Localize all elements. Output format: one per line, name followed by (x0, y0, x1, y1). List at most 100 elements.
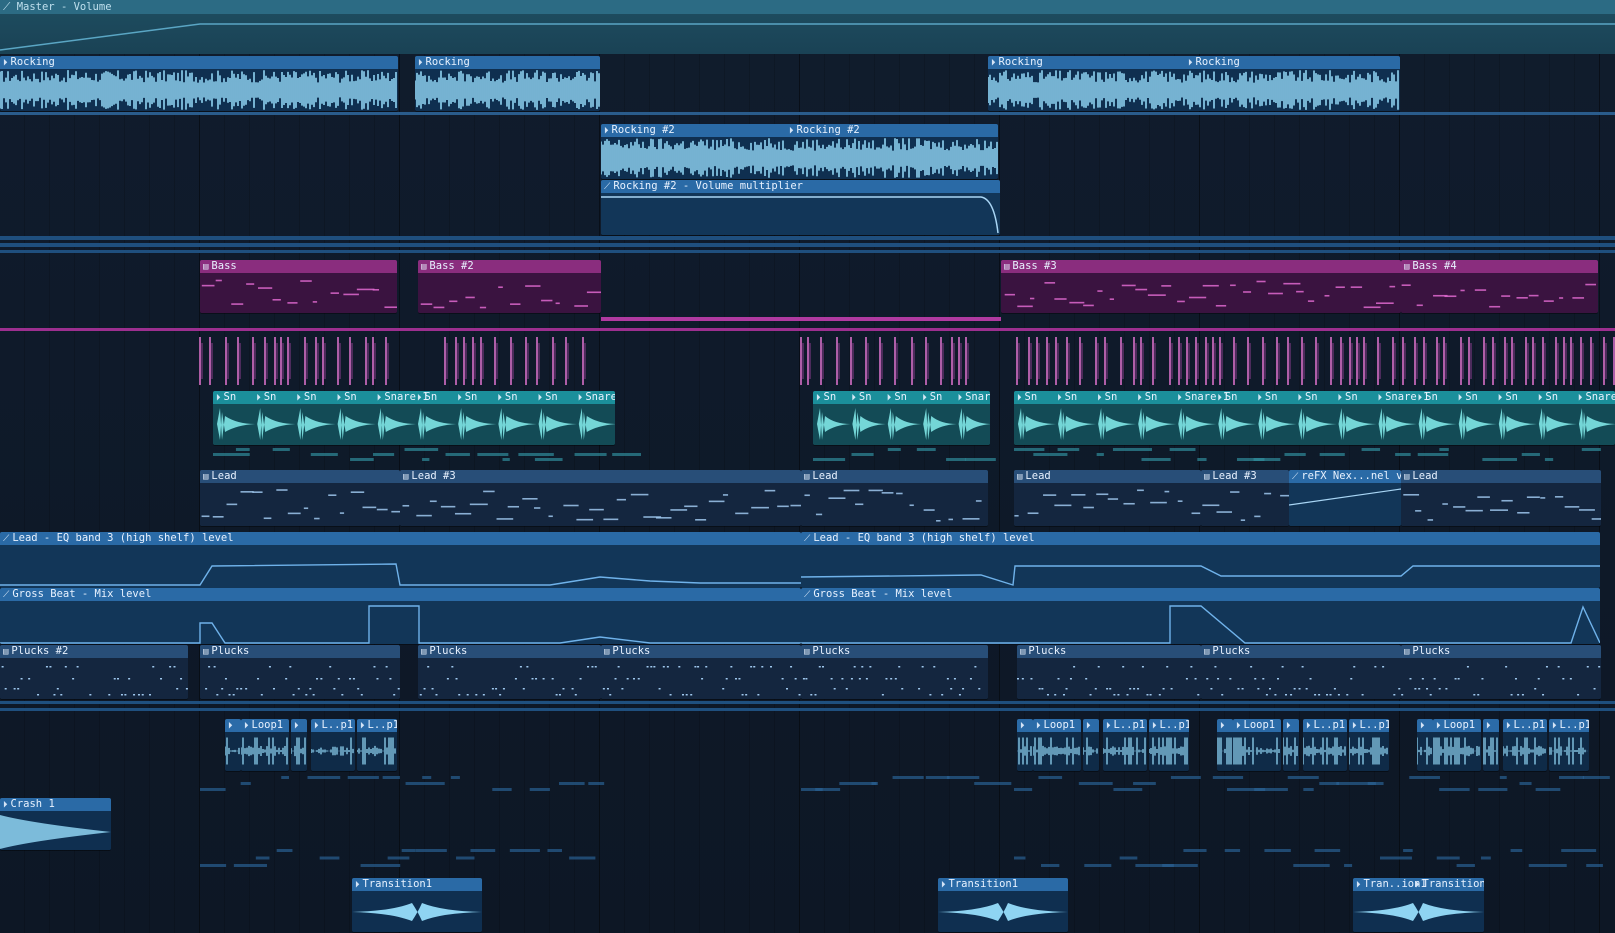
pattern-clip-plucks[interactable]: ▤ Plucks (601, 645, 801, 699)
audio-clip-icon: ⏵ (1097, 393, 1102, 403)
track-rocking-2: ⏵ Rocking #2 ⏵ Rocking #2 ⟋ Rocking #2 - Vo… (0, 122, 1615, 237)
audio-clip-icon: ⏵ (1537, 393, 1543, 403)
audio-clip-loop[interactable]: ⏵ Loop1 (1033, 719, 1081, 771)
audio-clip-icon: ⏵ (1286, 721, 1291, 731)
track-transitions: ⏵ Transition1 ⏵ Transition1 ⏵ Tran..ion1 ⏵ T… (0, 877, 1615, 933)
audio-clip-loop[interactable]: ⏵ L..p1 (357, 719, 397, 771)
automation-clip-volume-multiplier[interactable]: ⟋ Rocking #2 - Volume multiplier (601, 180, 1000, 235)
audio-clip-transition[interactable]: ⏵Tran..ion1 ⏵Transition1 (1353, 878, 1484, 932)
pattern-clip-bass-2[interactable]: ▤ Bass #2 (418, 260, 601, 313)
audio-clip-rocking[interactable]: ⏵ Rocking (0, 56, 398, 111)
audio-clip-icon: ⏵ (1356, 880, 1361, 890)
pattern-clip-plucks[interactable]: ▤ Plucks (1201, 645, 1401, 699)
audio-clip-icon: ⏵ (1552, 721, 1557, 731)
audio-clip-loop[interactable]: ⏵ (1083, 719, 1099, 771)
audio-clip-loop[interactable]: ⏵ Loop1 (241, 719, 289, 771)
ghost-notes-row (200, 849, 1603, 867)
audio-clip-icon: ⏵ (1297, 393, 1302, 403)
audio-clip-transition[interactable]: ⏵ Transition1 (352, 878, 482, 932)
automation-clip-gross-beat[interactable]: ⟋ Gross Beat - Mix level (801, 588, 1600, 644)
pattern-clip-lead[interactable]: ▤ Lead (200, 470, 400, 526)
pattern-clip-plucks-2[interactable]: ▤ Plucks #2 (0, 645, 188, 699)
audio-clip-loop[interactable]: ⏵ (1417, 719, 1433, 771)
pattern-clip-bass-4[interactable]: ▤ Bass #4 (1401, 260, 1598, 313)
audio-clip-icon: ⏵ (360, 721, 365, 731)
audio-clip-loop[interactable]: ⏵ L..p1 (311, 719, 355, 771)
pattern-icon: ▤ (1404, 262, 1410, 272)
waveform (1483, 737, 1498, 765)
waveform (1349, 737, 1388, 765)
audio-clip-loop[interactable]: ⏵ L..p1 (1549, 719, 1589, 771)
automation-icon: ⟋ (1292, 472, 1299, 482)
audio-clip-icon: ⏵ (851, 393, 856, 403)
automation-icon: ⟋ (804, 590, 811, 600)
master-volume-lane[interactable]: ⟋ Master - Volume (0, 0, 1615, 54)
note-preview (602, 666, 801, 696)
audio-clip-snare[interactable]: ⏵Sn⏵Sn⏵Sn⏵Sn⏵Snare 1 (813, 391, 990, 445)
audio-clip-loop[interactable]: ⏵ L..p1 (1303, 719, 1347, 771)
audio-clip-loop[interactable]: ⏵ L..p1 (1149, 719, 1189, 771)
automation-icon: ⟋ (3, 590, 10, 600)
audio-clip-crash[interactable]: ⏵ Crash 1 (0, 798, 111, 850)
master-volume-curve[interactable] (0, 0, 1615, 54)
waveform (1233, 737, 1280, 765)
track-divider (0, 243, 1615, 247)
audio-clip-loop[interactable]: ⏵ L..p1 (1103, 719, 1147, 771)
pattern-clip-lead[interactable]: ▤ Lead (1014, 470, 1201, 526)
pattern-clip-plucks[interactable]: ▤ Plucks (1017, 645, 1201, 699)
waveform (311, 737, 354, 765)
pattern-clip-plucks[interactable]: ▤ Plucks (418, 645, 601, 699)
audio-clip-icon: ⏵ (1152, 721, 1157, 731)
pattern-clip-lead[interactable]: ▤ Lead (1401, 470, 1601, 526)
pattern-clip-lead-3[interactable]: ▤ Lead #3 (400, 470, 801, 526)
audio-clip-icon: ⏵ (1377, 393, 1383, 403)
automation-curve (801, 565, 1600, 586)
audio-clip-loop[interactable]: ⏵ (1017, 719, 1033, 771)
pattern-clip-plucks[interactable]: ▤ Plucks (200, 645, 400, 699)
waveform (352, 903, 482, 921)
pattern-clip-bass-3[interactable]: ▤ Bass #3 (1001, 260, 1401, 313)
pattern-icon: ▤ (804, 647, 810, 657)
automation-curve (1289, 488, 1401, 506)
waveform (415, 70, 600, 110)
audio-clip-icon: ⏵ (1306, 721, 1311, 731)
audio-clip-rocking[interactable]: ⏵ Rocking (415, 56, 600, 111)
pattern-icon: ▤ (421, 262, 427, 272)
audio-clip-icon: ⏵ (294, 721, 299, 731)
audio-clip-loop[interactable]: ⏵ L..p1 (1503, 719, 1547, 771)
audio-clip-snare[interactable]: ⏵Sn⏵Sn⏵Sn⏵Sn⏵Snare 1⏵Sn⏵Sn⏵Sn⏵Sn⏵Snare 1 (213, 391, 615, 445)
percussion-hits (199, 337, 1615, 385)
audio-clip-loop[interactable]: ⏵ (1217, 719, 1233, 771)
pattern-clip-lead-3[interactable]: ▤ Lead #3 (1201, 470, 1289, 526)
audio-clip-snare[interactable]: ⏵ Sn ⏵ Sn ⏵ Sn ⏵ Sn ⏵ Snare 1 ⏵ Sn ⏵ Sn ⏵ Sn ⏵ Sn ⏵ Snare 1… (1014, 391, 1615, 445)
pattern-clip-plucks[interactable]: ▤ Plucks (801, 645, 988, 699)
waveform (1503, 737, 1546, 765)
automation-clip-refx-nexus[interactable]: ⟋reFX Nex...nel volume (1289, 470, 1401, 526)
audio-clip-loop[interactable]: ⏵ (225, 719, 241, 771)
automation-clip-lead-eq[interactable]: ⟋ Lead - EQ band 3 (high shelf) level (801, 532, 1600, 588)
pattern-clip-lead[interactable]: ▤ Lead (801, 470, 988, 526)
waveform (1033, 737, 1080, 765)
audio-clip-rocking-2[interactable]: ⏵ Rocking #2 ⏵ Rocking #2 (601, 124, 998, 179)
audio-clip-loop[interactable]: ⏵ Loop1 (1433, 719, 1481, 771)
pattern-clip-bass[interactable]: ▤ Bass (200, 260, 397, 313)
pattern-clip-plucks[interactable]: ▤ Plucks (1401, 645, 1601, 699)
note-preview (804, 489, 982, 522)
audio-clip-loop[interactable]: ⏵ (1283, 719, 1299, 771)
audio-clip-icon: ⏵ (1420, 721, 1425, 731)
audio-clip-loop[interactable]: ⏵ L..p1 (1349, 719, 1389, 771)
audio-clip-icon: ⏵ (256, 393, 261, 403)
audio-clip-icon: ⏵ (1217, 393, 1222, 403)
automation-clip-lead-eq[interactable]: ⟋ Lead - EQ band 3 (high shelf) level (0, 532, 801, 588)
note-preview (1202, 491, 1289, 521)
audio-clip-transition[interactable]: ⏵ Transition1 (938, 878, 1068, 932)
waveform (817, 408, 990, 440)
audio-clip-loop[interactable]: ⏵ (291, 719, 307, 771)
audio-clip-rocking[interactable]: ⏵ Rocking ⏵ Rocking (988, 56, 1400, 111)
track-percussion-hits[interactable] (0, 333, 1615, 389)
automation-clip-gross-beat[interactable]: ⟋ Gross Beat - Mix level (0, 588, 801, 644)
note-preview (1206, 666, 1401, 696)
audio-clip-loop[interactable]: ⏵ Loop1 (1233, 719, 1281, 771)
track-bass: ▤ Bass ▤ Bass #2 ▤ Bass #3 ▤ Bass #4 (0, 259, 1615, 317)
audio-clip-loop[interactable]: ⏵ (1483, 719, 1499, 771)
